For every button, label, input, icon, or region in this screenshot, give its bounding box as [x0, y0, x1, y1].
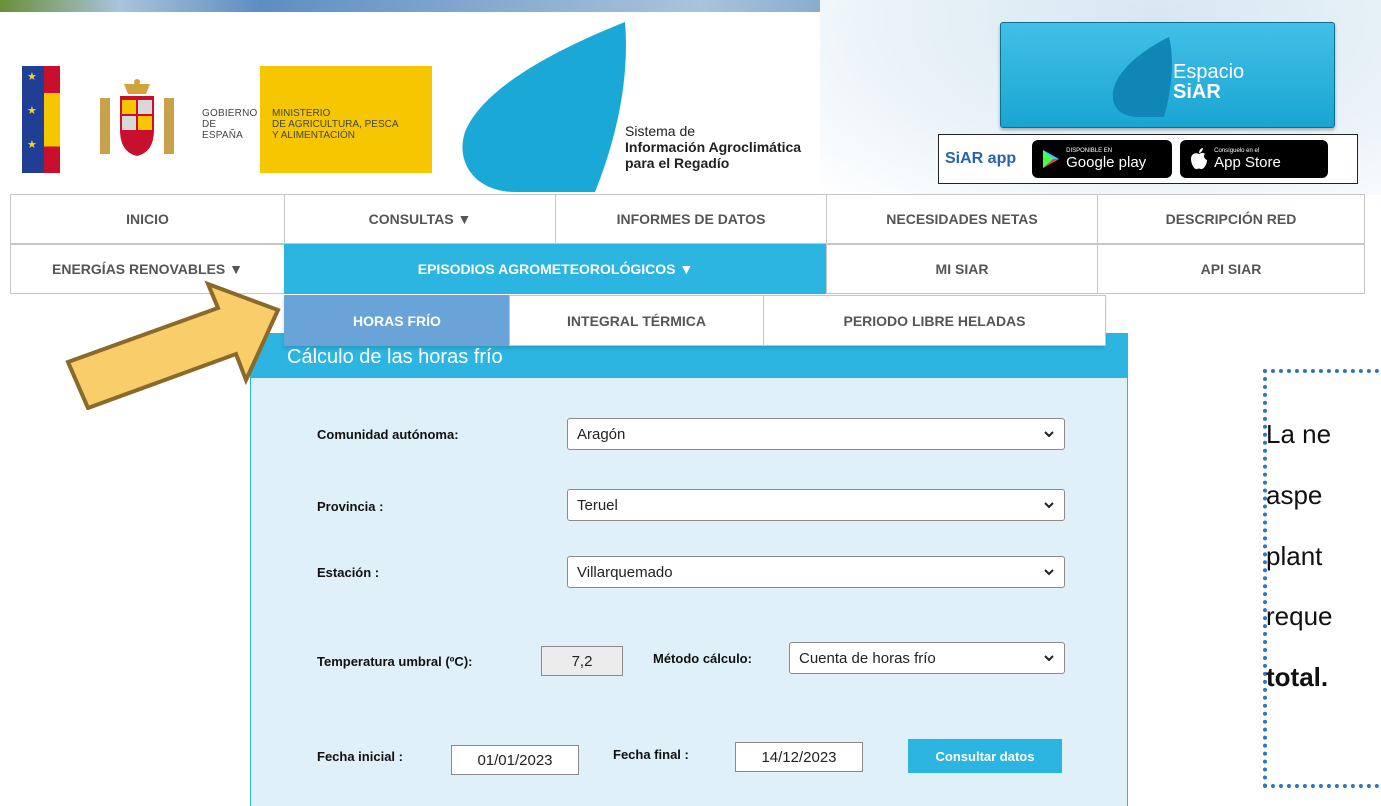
provincia-value: Teruel — [577, 496, 618, 514]
side-note-line-5: total. — [1266, 662, 1329, 692]
pointer-arrow-icon — [65, 280, 281, 410]
nav-consultas[interactable]: CONSULTAS ▼ — [284, 194, 556, 244]
gov-name-text: GOBIERNO DE ESPAÑA — [202, 108, 258, 141]
app-store-badge[interactable]: Consíguelo en el App Store — [1180, 140, 1329, 178]
side-note-line-4: reque — [1266, 601, 1333, 631]
siar-logo-text[interactable]: SiAR — [470, 125, 598, 187]
app-store-big: App Store — [1214, 153, 1281, 171]
ministry-name-text: MINISTERIO DE AGRICULTURA, PESCA Y ALIME… — [272, 108, 399, 141]
comunidad-select[interactable]: Aragón — [567, 418, 1065, 450]
comunidad-value: Aragón — [577, 425, 626, 443]
chevron-down-icon — [1044, 502, 1054, 509]
espacio-line2: SiAR — [1173, 81, 1221, 103]
siar-tagline-line3: para el Regadío — [625, 155, 730, 171]
fecha-inicial-input[interactable]: 01/01/2023 — [451, 745, 579, 775]
fecha-final-input[interactable]: 14/12/2023 — [735, 742, 863, 772]
metodo-calculo-select[interactable]: Cuenta de horas frío — [789, 642, 1065, 674]
fecha-inicial-label: Fecha inicial : — [317, 749, 403, 764]
espacio-line1: Espacio — [1173, 61, 1245, 83]
spain-flag — [44, 66, 60, 173]
google-play-big: Google play — [1066, 153, 1147, 171]
metodo-calculo-value: Cuenta de horas frío — [799, 649, 936, 667]
espacio-siar-drop-icon — [1112, 37, 1172, 117]
main-navigation: INICIO CONSULTAS ▼ INFORMES DE DATOS NEC… — [10, 194, 1365, 294]
fecha-final-label: Fecha final : — [613, 747, 689, 762]
gobierno-espana-logo[interactable]: ★ ★ ★ GOBIERNO DE ESPAÑA MINISTERIO DE AGR… — [22, 66, 432, 173]
nav-informes-de-datos[interactable]: INFORMES DE DATOS — [555, 194, 827, 244]
provincia-select[interactable]: Teruel — [567, 489, 1065, 521]
siar-app-label[interactable]: SiAR app — [945, 150, 1016, 168]
estacion-select[interactable]: Villarquemado — [567, 556, 1065, 588]
nav-descripcion-red[interactable]: DESCRIPCIÓN RED — [1097, 194, 1365, 244]
side-note-line-2: aspe — [1266, 480, 1323, 510]
side-note-line-1: La ne — [1266, 419, 1332, 449]
siar-tagline-line2: Información Agroclimática — [625, 139, 802, 155]
tab-horas-frio[interactable]: HORAS FRÍO — [284, 295, 510, 346]
nav-episodios-agrometeorologicos[interactable]: EPISODIOS AGROMETEOROLÓGICOS ▼ — [284, 244, 827, 294]
metodo-calculo-label: Método cálculo: — [653, 651, 752, 666]
estacion-value: Villarquemado — [577, 563, 673, 581]
temperatura-umbral-field[interactable]: 7,2 — [541, 646, 623, 676]
form-body: Comunidad autónoma: Aragón Provincia : T… — [251, 378, 1127, 806]
chevron-down-icon — [1044, 431, 1054, 438]
episodios-submenu: HORAS FRÍO INTEGRAL TÉRMICA PERIODO LIBR… — [284, 295, 1106, 346]
chevron-down-icon — [1044, 569, 1054, 576]
nav-inicio[interactable]: INICIO — [10, 194, 285, 244]
nav-row-1: INICIO CONSULTAS ▼ INFORMES DE DATOS NEC… — [10, 194, 1365, 244]
comunidad-label: Comunidad autónoma: — [317, 427, 459, 442]
espacio-siar-banner[interactable] — [1000, 22, 1335, 128]
gov-white-panel: GOBIERNO DE ESPAÑA — [60, 66, 260, 173]
estacion-label: Estación : — [317, 565, 380, 580]
temperatura-umbral-label: Temperatura umbral (ºC): — [317, 654, 473, 669]
ministry-panel: MINISTERIO DE AGRICULTURA, PESCA Y ALIME… — [260, 66, 432, 173]
nav-api-siar[interactable]: API SIAR — [1097, 244, 1365, 294]
side-note-line-3: plant — [1266, 541, 1323, 571]
nav-mi-siar[interactable]: MI SIAR — [826, 244, 1098, 294]
tab-periodo-libre-heladas[interactable]: PERIODO LIBRE HELADAS — [763, 295, 1106, 346]
google-play-badge[interactable]: DISPONIBLE EN Google play — [1032, 140, 1173, 178]
tab-integral-termica[interactable]: INTEGRAL TÉRMICA — [509, 295, 764, 346]
siar-tagline-line1: Sistema de — [625, 123, 696, 139]
siar-tagline: Sistema de Información Agroclimática par… — [625, 123, 801, 171]
provincia-label: Provincia : — [317, 499, 384, 514]
nav-necesidades-netas[interactable]: NECESIDADES NETAS — [826, 194, 1098, 244]
apple-icon — [1191, 148, 1208, 170]
horas-frio-panel: Cálculo de las horas frío Comunidad autó… — [250, 333, 1128, 806]
app-download-row: SiAR app DISPONIBLE EN Google play Consí… — [938, 134, 1358, 184]
espacio-siar-text: Espacio SiAR — [1173, 62, 1244, 102]
coat-of-arms-icon — [100, 79, 174, 156]
consultar-datos-button[interactable]: Consultar datos — [908, 739, 1062, 773]
chevron-down-icon — [1044, 655, 1054, 662]
eu-flag: ★ ★ ★ — [22, 66, 44, 173]
google-play-icon — [1043, 150, 1060, 168]
